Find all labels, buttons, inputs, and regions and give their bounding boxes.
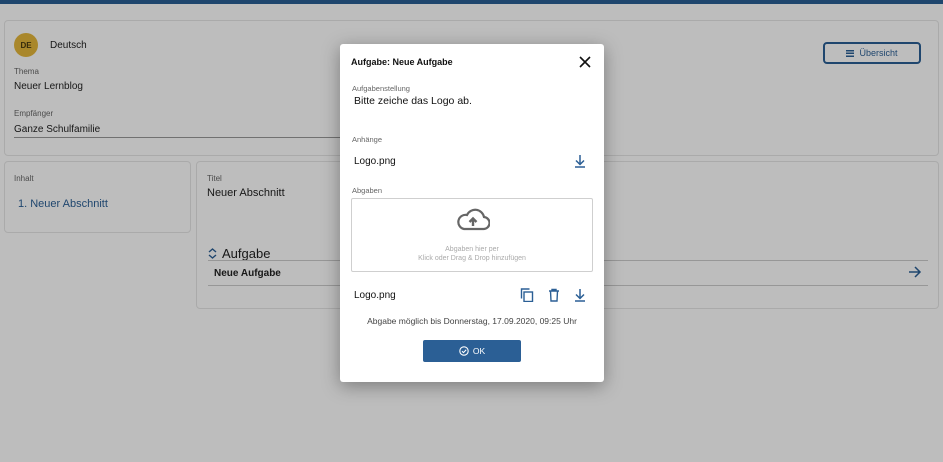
trash-icon[interactable] bbox=[547, 288, 561, 302]
dropzone-hint-line-1: Abgaben hier per bbox=[445, 246, 499, 253]
submission-file-name: Logo.png bbox=[354, 290, 396, 301]
download-icon[interactable] bbox=[573, 288, 587, 302]
task-dialog: Aufgabe: Neue Aufgabe Aufgabenstellung B… bbox=[340, 44, 604, 382]
check-circle-icon bbox=[459, 346, 469, 356]
download-icon[interactable] bbox=[573, 154, 587, 168]
assignment-label: Aufgabenstellung bbox=[352, 84, 410, 93]
ok-button[interactable]: OK bbox=[423, 340, 521, 362]
dropzone-hint-line-2: Klick oder Drag & Drop hinzufügen bbox=[418, 255, 526, 262]
submissions-label: Abgaben bbox=[352, 186, 383, 195]
copy-icon[interactable] bbox=[520, 288, 534, 302]
dialog-title: Aufgabe: Neue Aufgabe bbox=[351, 57, 453, 67]
ok-button-label: OK bbox=[472, 346, 486, 356]
deadline-text: Abgabe möglich bis Donnerstag, 17.09.202… bbox=[367, 316, 577, 326]
dropzone-hint: Abgaben hier per Klick oder Drag & Drop … bbox=[352, 245, 592, 263]
close-icon[interactable] bbox=[579, 56, 591, 68]
attachment-file-name: Logo.png bbox=[354, 156, 396, 167]
cloud-upload-icon bbox=[457, 208, 490, 231]
attachments-label: Anhänge bbox=[352, 135, 383, 144]
assignment-text: Bitte zeiche das Logo ab. bbox=[354, 95, 472, 107]
submission-dropzone[interactable]: Abgaben hier per Klick oder Drag & Drop … bbox=[351, 198, 593, 272]
